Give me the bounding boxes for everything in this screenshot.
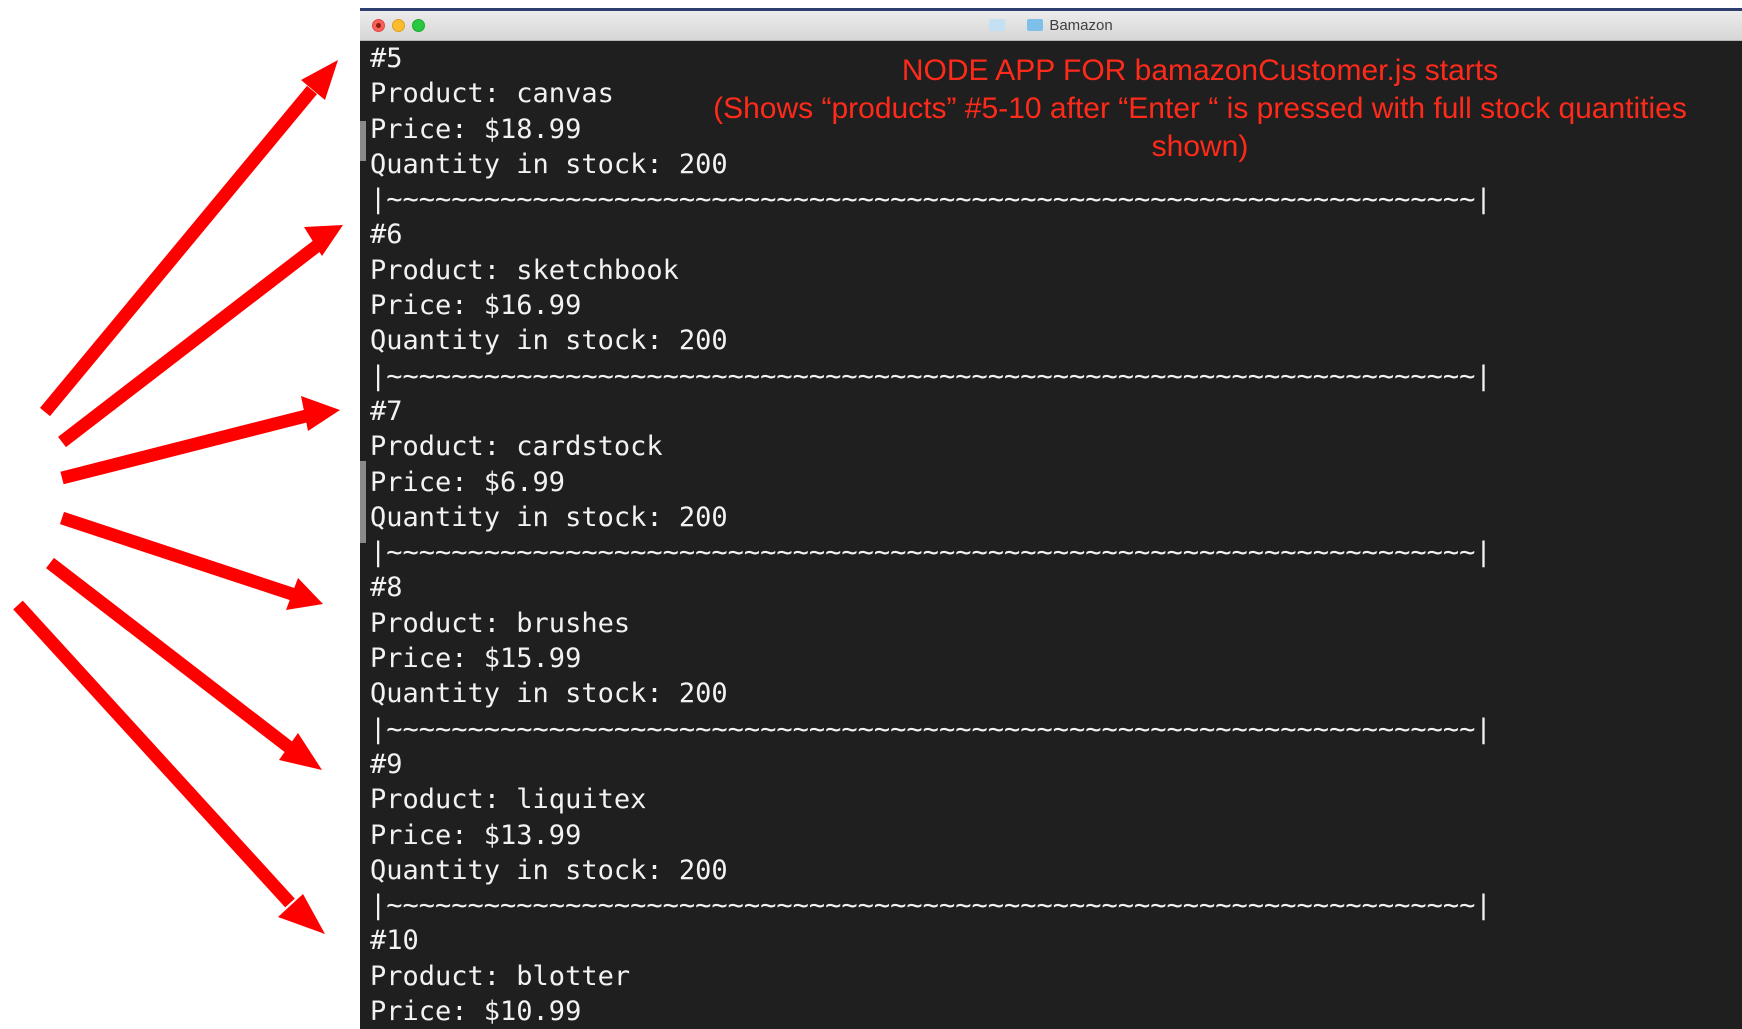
terminal-line: Price: $15.99 [370,643,582,675]
red-arrow-icon [46,557,294,754]
folder-icon [989,19,1006,32]
terminal-line: Product: sketchbook [370,254,679,286]
folder-icon [1027,19,1044,32]
terminal-line: Product: liquitex [370,784,647,816]
terminal-line: Price: $13.99 [370,819,582,851]
terminal-line: |~~~~~~~~~~~~~~~~~~~~~~~~~~~~~~~~~~~~~~~… [370,184,1492,216]
window-titlebar[interactable]: Bamazon [360,11,1742,41]
terminal-line: Quantity in stock: 200 [370,854,728,886]
terminal-line: Quantity in stock: 200 [370,678,728,710]
annotation-line: shown) [1151,130,1249,163]
terminal-line: Quantity in stock: 200 [370,501,728,533]
red-arrow-icon [39,85,318,417]
edge-mark [360,521,366,543]
terminal-line: Quantity in stock: 200 [370,325,728,357]
terminal-line: |~~~~~~~~~~~~~~~~~~~~~~~~~~~~~~~~~~~~~~~… [370,537,1492,569]
terminal-line: Product: cardstock [370,431,663,463]
red-arrow-icon [58,239,322,448]
window-title-area: Bamazon [360,11,1742,41]
terminal-line: #8 [370,572,403,604]
terminal-output[interactable]: #5 Product: canvas Price: $18.99 Quantity i… [370,41,1742,1029]
annotation-note: NODE APP FOR bamazonCustomer.js starts (… [660,52,1740,166]
terminal-line: Product: brushes [370,607,631,639]
window-title: Bamazon [1049,17,1113,34]
annotation-line: (Shows “products” #5-10 after “Enter “ i… [713,92,1687,125]
terminal-line: #9 [370,748,403,780]
red-arrow-head [301,396,340,431]
terminal-line: |~~~~~~~~~~~~~~~~~~~~~~~~~~~~~~~~~~~~~~~… [370,713,1492,745]
red-arrow-icon [60,408,312,485]
terminal-line: #6 [370,219,403,251]
edge-mark [360,461,366,521]
terminal-line: |~~~~~~~~~~~~~~~~~~~~~~~~~~~~~~~~~~~~~~~… [370,360,1492,392]
edge-mark [360,121,366,161]
terminal-line: Price: $10.99 [370,996,582,1028]
red-arrow-icon [13,600,295,908]
terminal-line: Product: blotter [370,960,631,992]
terminal-line: |~~~~~~~~~~~~~~~~~~~~~~~~~~~~~~~~~~~~~~~… [370,890,1492,922]
window-edge-strip [360,41,370,1029]
red-arrow-icon [59,511,298,602]
red-arrow-head [286,578,323,610]
terminal-line: Price: $6.99 [370,466,566,498]
terminal-line: Price: $16.99 [370,290,582,322]
terminal-line: #10 [370,925,419,957]
red-arrow-head [278,894,325,934]
annotation-line: NODE APP FOR bamazonCustomer.js starts [901,54,1499,87]
red-arrow-head [301,60,338,100]
terminal-line: #7 [370,395,403,427]
red-arrow-head [304,225,343,256]
screenshot-stage: Bamazon #5 Product: canvas Price: $18.99 Qu… [0,0,1742,1029]
red-arrow-head [279,733,322,770]
